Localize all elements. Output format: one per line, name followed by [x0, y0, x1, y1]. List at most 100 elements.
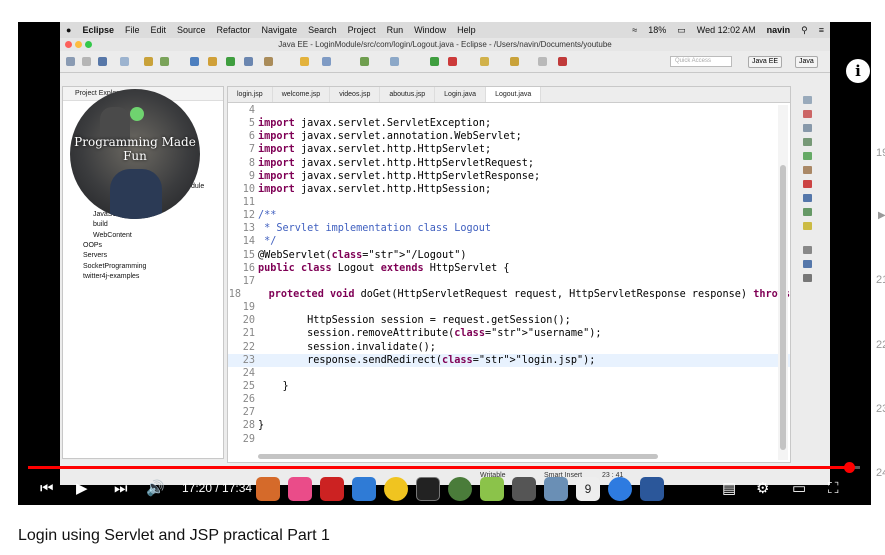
- presenter-thumbnail: Programming Made Fun: [70, 89, 200, 219]
- tree-item: twitter4j-examples: [83, 273, 140, 280]
- markers-icon: [803, 208, 812, 216]
- tree-item: OOPs: [83, 242, 103, 249]
- line-text: HttpSession session = request.getSession…: [258, 315, 571, 327]
- minimize-light-icon: [75, 41, 82, 48]
- javadoc-icon: [803, 274, 812, 282]
- line-number: 9: [248, 170, 255, 182]
- editor-tabs: login.jsp welcome.jsp videos.jsp aboutus…: [228, 87, 790, 103]
- line-number: 23: [242, 354, 255, 366]
- code-line: 15 @WebServlet(class="str">"/Logout"): [228, 249, 790, 262]
- print-icon: [98, 57, 107, 66]
- line-text: public class Logout extends HttpServlet …: [258, 262, 510, 274]
- web-icon: [360, 57, 369, 66]
- tab-videos-jsp: videos.jsp: [330, 87, 381, 102]
- thumbnail-text: Programming Made Fun: [74, 135, 196, 163]
- tab-logout-java: Logout.java: [486, 87, 542, 102]
- powerpoint-icon: [320, 477, 344, 501]
- play-icon[interactable]: ▶: [76, 472, 88, 505]
- line-number: 21: [242, 328, 255, 340]
- code-line: 21 session.removeAttribute(class="str">"…: [228, 327, 790, 340]
- problems-icon: [803, 180, 812, 188]
- snippets-icon: [803, 166, 812, 174]
- search-view-icon: [803, 246, 812, 254]
- code-line: 9 import javax.servlet.http.HttpServletRe…: [228, 170, 790, 183]
- list-icon: ≡: [818, 25, 824, 35]
- terminal-icon: [416, 477, 440, 501]
- task-list-icon: [803, 110, 812, 118]
- line-number: 15: [242, 249, 255, 261]
- class-icon: [322, 57, 331, 66]
- line-text: import javax.servlet.annotation.WebServl…: [258, 131, 522, 143]
- menu-source: Source: [177, 25, 206, 35]
- edit-icon: [510, 57, 519, 66]
- previous-icon[interactable]: ⏮: [40, 472, 54, 505]
- side-number: 22: [876, 339, 885, 351]
- tree-item: WebContent: [93, 232, 132, 239]
- chrome-icon: [384, 477, 408, 501]
- save-icon: [82, 57, 91, 66]
- fullscreen-icon[interactable]: ⛶: [828, 472, 839, 505]
- outline-icon: [803, 96, 812, 104]
- side-play-icon: ▶: [878, 210, 885, 221]
- line-number: 18: [228, 288, 242, 300]
- line-number: 26: [242, 394, 255, 406]
- line-number: 5: [248, 118, 255, 130]
- music-icon: [288, 477, 312, 501]
- side-number: 21: [876, 274, 885, 286]
- line-number: 10: [242, 183, 255, 195]
- zoom-light-icon: [85, 41, 92, 48]
- theater-mode-icon[interactable]: ▭: [792, 472, 806, 505]
- stop-tool-icon: [448, 57, 457, 66]
- presenter-figure: [110, 169, 162, 219]
- camera-icon: [512, 477, 536, 501]
- volume-icon[interactable]: 🔊: [146, 472, 165, 505]
- line-text: protected void doGet(HttpServletRequest …: [268, 288, 790, 300]
- menu-navigate: Navigate: [261, 25, 298, 35]
- video-title: Login using Servlet and JSP practical Pa…: [18, 527, 330, 544]
- code-line: 27: [228, 406, 790, 419]
- code-line: 29: [228, 433, 790, 446]
- line-number: 19: [242, 302, 255, 314]
- side-toolbar: [793, 86, 827, 463]
- teamviewer-icon: [352, 477, 376, 501]
- line-number: 13: [242, 223, 255, 235]
- code-line: 4: [228, 104, 790, 117]
- code-line: 24: [228, 367, 790, 380]
- line-number: 4: [248, 105, 255, 116]
- subtitles-icon[interactable]: ▤: [722, 472, 736, 505]
- next-icon[interactable]: ⏭: [114, 472, 128, 505]
- video-player[interactable]: ● Eclipse File Edit Source Refactor Navi…: [18, 22, 871, 505]
- code-line: 25 }: [228, 380, 790, 393]
- line-number: 24: [242, 367, 255, 379]
- code-line: 10 import javax.servlet.http.HttpSession;: [228, 183, 790, 196]
- line-number: 17: [242, 275, 255, 287]
- run-icon: [226, 57, 235, 66]
- clock: Wed 12:02 AM: [696, 25, 756, 35]
- app-menu: Eclipse: [82, 25, 114, 35]
- preview-icon: [544, 477, 568, 501]
- line-text: import javax.servlet.http.HttpServletReq…: [258, 157, 535, 169]
- pin-icon: [558, 57, 567, 66]
- line-text: import javax.servlet.ServletException;: [258, 118, 492, 130]
- code-line: 28}: [228, 419, 790, 432]
- settings-gear-icon[interactable]: ⚙: [756, 472, 769, 505]
- nav-back-icon: [538, 57, 547, 66]
- tab-login-jsp: login.jsp: [228, 87, 273, 102]
- new-icon: [66, 57, 75, 66]
- progress-bar[interactable]: [28, 462, 860, 473]
- side-number: 19: [876, 147, 885, 159]
- console-icon: [803, 124, 812, 132]
- line-text: /**: [258, 210, 277, 222]
- menu-help: Help: [457, 25, 476, 35]
- safari-icon: [608, 477, 632, 501]
- code-line: 22 session.invalidate();: [228, 341, 790, 354]
- code-line: 8 import javax.servlet.http.HttpServletRe…: [228, 157, 790, 170]
- vertical-scrollbar: [778, 105, 788, 460]
- line-text: * Servlet implementation class Logout: [258, 223, 492, 235]
- code-line: 6 import javax.servlet.annotation.WebServ…: [228, 130, 790, 143]
- line-text: session.removeAttribute(class="str">"use…: [258, 328, 602, 340]
- code-line: 7 import javax.servlet.http.HttpServlet;: [228, 143, 790, 156]
- info-icon[interactable]: i: [846, 59, 870, 83]
- side-number: 24: [876, 467, 885, 479]
- eclipse-toolbar: Quick Access Java EE Java: [60, 51, 830, 73]
